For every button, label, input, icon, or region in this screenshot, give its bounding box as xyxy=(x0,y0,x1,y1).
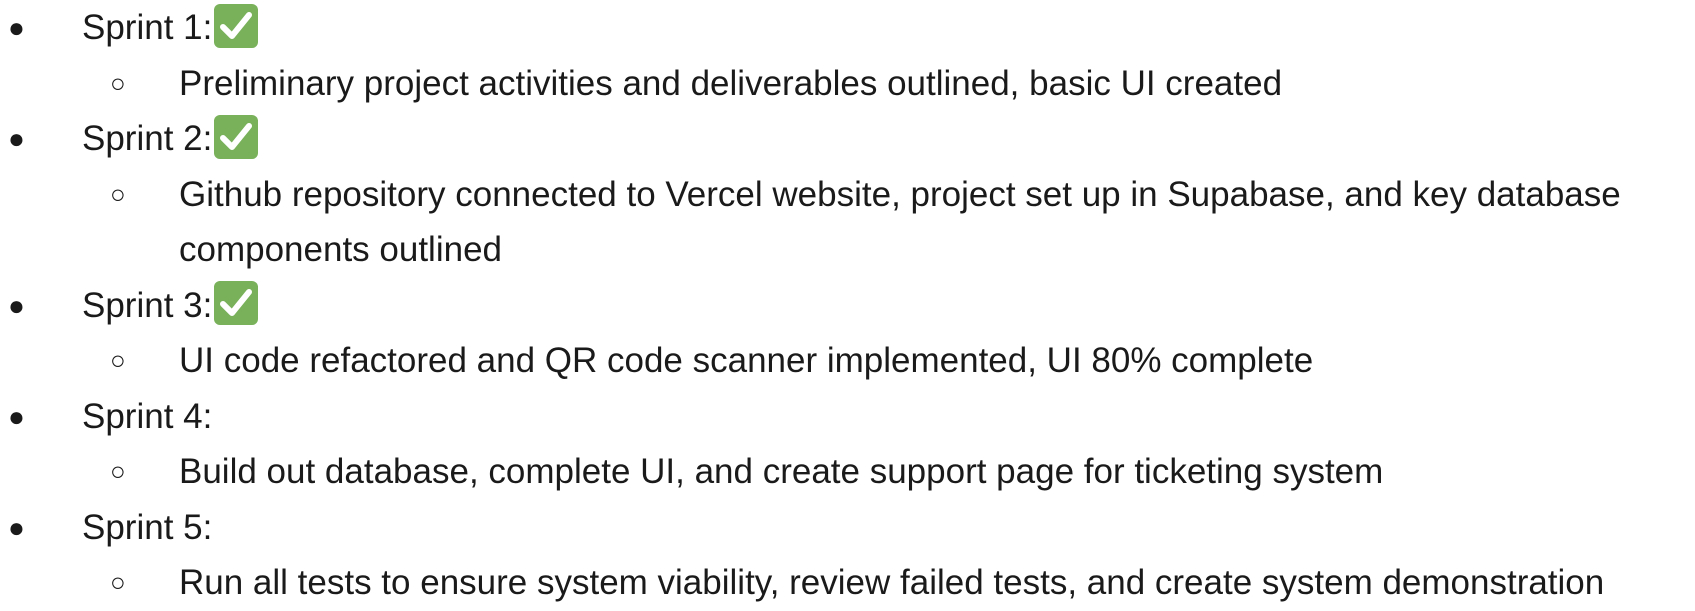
sprint-label: Sprint 4: xyxy=(82,396,213,436)
white-check-mark-icon xyxy=(214,3,259,48)
sprint-label: Sprint 1: xyxy=(82,8,213,47)
sprint-item: ● Sprint 5: xyxy=(0,500,1695,556)
sprint-detail: ○ UI code refactored and QR code scanner… xyxy=(0,333,1695,389)
sprint-item: ● Sprint 3: xyxy=(0,278,1695,334)
sprint-detail-continuation: components outlined xyxy=(0,222,1695,278)
sprint-item: ● Sprint 4: xyxy=(0,389,1695,445)
filled-bullet-icon: ● xyxy=(8,400,25,432)
sprint-detail-text: Github repository connected to Vercel we… xyxy=(179,174,1621,214)
sprint-label: Sprint 5: xyxy=(82,507,213,547)
hollow-bullet-icon: ○ xyxy=(110,67,126,98)
sprint-list: ● Sprint 1: ○ Preliminary project activi… xyxy=(0,0,1695,611)
sprint-item: ● Sprint 1: xyxy=(0,0,1695,56)
sprint-detail: ○ Build out database, complete UI, and c… xyxy=(0,444,1695,500)
filled-bullet-icon: ● xyxy=(8,511,25,543)
sprint-detail: ○ Preliminary project activities and del… xyxy=(0,56,1695,112)
sprint-label: Sprint 3: xyxy=(82,285,213,325)
filled-bullet-icon: ● xyxy=(8,12,25,43)
hollow-bullet-icon: ○ xyxy=(110,345,126,375)
hollow-bullet-icon: ○ xyxy=(110,567,126,597)
white-check-mark-icon xyxy=(214,281,259,326)
sprint-heading: Sprint 2: xyxy=(82,111,259,167)
sprint-label: Sprint 2: xyxy=(82,119,213,158)
hollow-bullet-icon: ○ xyxy=(110,178,126,209)
sprint-detail-text: Preliminary project activities and deliv… xyxy=(179,63,1283,103)
sprint-detail-text: UI code refactored and QR code scanner i… xyxy=(179,341,1314,380)
sprint-detail-text: Build out database, complete UI, and cre… xyxy=(179,452,1384,491)
hollow-bullet-icon: ○ xyxy=(110,456,126,486)
sprint-heading: Sprint 1: xyxy=(82,0,259,56)
sprint-detail-text: Run all tests to ensure system viability… xyxy=(179,563,1605,602)
sprint-detail: ○ Github repository connected to Vercel … xyxy=(0,167,1695,223)
sprint-item: ● Sprint 2: xyxy=(0,111,1695,167)
filled-bullet-icon: ● xyxy=(8,289,25,321)
sprint-detail-text: components outlined xyxy=(179,230,502,269)
sprint-detail: ○ Run all tests to ensure system viabili… xyxy=(0,555,1695,611)
filled-bullet-icon: ● xyxy=(8,123,25,154)
sprint-heading: Sprint 3: xyxy=(82,278,259,334)
white-check-mark-icon xyxy=(214,114,259,159)
